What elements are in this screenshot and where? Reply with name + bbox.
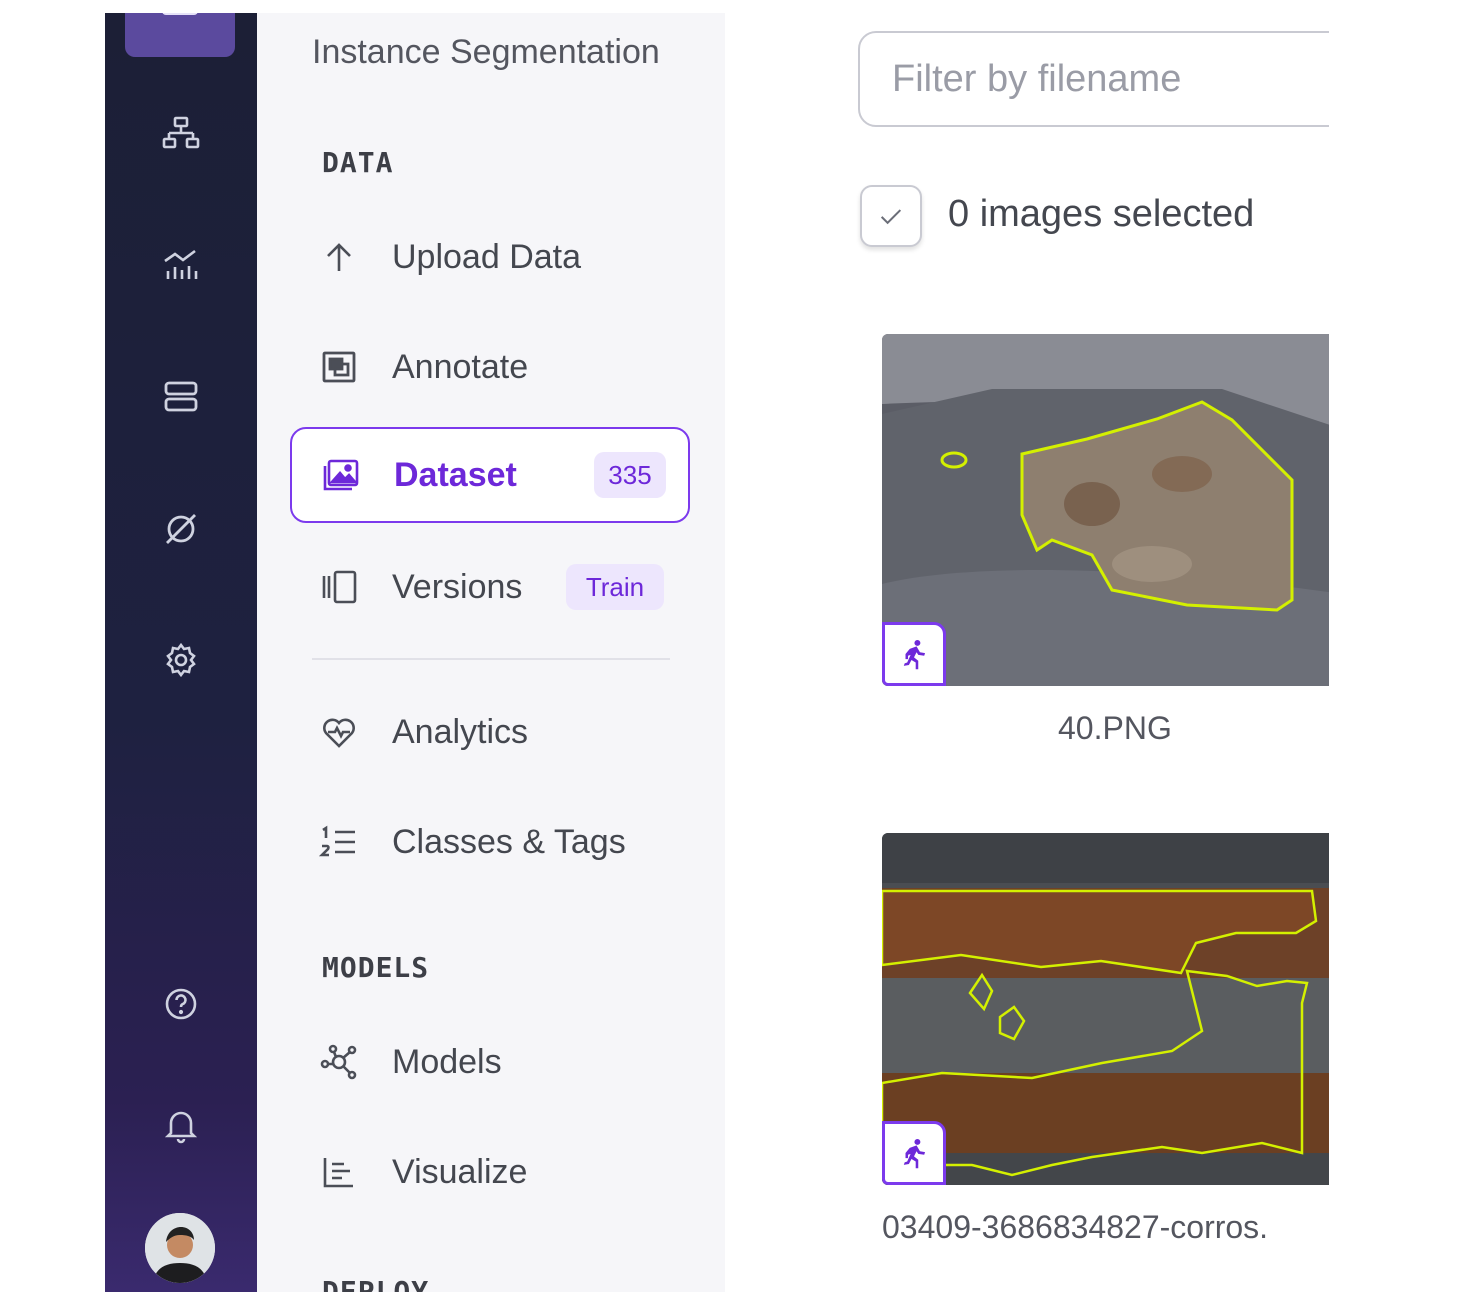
annotated-image <box>882 833 1329 1185</box>
sidebar-item-label: Classes & Tags <box>392 822 626 861</box>
sidebar-item-versions[interactable]: Versions Train <box>290 539 690 635</box>
image-filename: 03409-3686834827-corros. <box>882 1209 1269 1245</box>
sidebar-item-label: Dataset <box>394 455 517 494</box>
train-badge[interactable]: Train <box>566 564 664 610</box>
sidebar-item-label: Upload Data <box>392 237 582 276</box>
section-heading-deploy: DEPLOY <box>322 1275 430 1292</box>
sidebar-item-label: Versions <box>392 567 523 606</box>
sidebar-item-dataset[interactable]: Dataset 335 <box>290 427 690 523</box>
server-icon[interactable] <box>157 373 205 421</box>
sidebar-item-visualize[interactable]: Visualize <box>290 1124 690 1220</box>
versions-icon <box>318 566 360 608</box>
sidebar-divider <box>312 658 670 660</box>
section-heading-models: MODELS <box>322 951 430 984</box>
rail-active-item[interactable] <box>125 13 235 57</box>
sidebar-item-label: Analytics <box>392 712 529 751</box>
workflow-icon[interactable] <box>157 110 205 158</box>
annotate-icon <box>318 346 360 388</box>
deploy-icon[interactable] <box>157 505 205 553</box>
settings-icon[interactable] <box>157 636 205 684</box>
running-person-icon <box>903 639 926 670</box>
project-sidebar: Instance Segmentation DATA Upload Data A… <box>257 13 726 1292</box>
filter-field[interactable] <box>858 31 1329 127</box>
monitoring-icon[interactable] <box>157 241 205 289</box>
sidebar-item-label: Annotate <box>392 347 529 386</box>
sidebar-item-models[interactable]: Models <box>290 1014 690 1110</box>
bar-chart-icon <box>318 1151 360 1193</box>
image-gallery-icon <box>320 454 362 496</box>
filename-filter-input[interactable] <box>892 33 1329 125</box>
numbered-list-icon <box>318 821 360 863</box>
image-thumbnail[interactable] <box>882 334 1329 686</box>
annotation-status-badge <box>882 622 946 686</box>
checkmark-icon <box>880 209 902 225</box>
heart-pulse-icon <box>318 711 360 753</box>
app-window: Instance Segmentation DATA Upload Data A… <box>105 13 1329 1292</box>
sidebar-item-label: Models <box>392 1042 502 1081</box>
image-thumbnail[interactable] <box>882 833 1329 1185</box>
notifications-icon[interactable] <box>157 1101 205 1149</box>
sidebar-item-analytics[interactable]: Analytics <box>290 684 690 780</box>
model-graph-icon <box>318 1041 360 1083</box>
project-type-label: Instance Segmentation <box>312 33 660 71</box>
image-filename: 40.PNG <box>1058 710 1172 746</box>
sidebar-item-classes-tags[interactable]: Classes & Tags <box>290 794 690 890</box>
annotated-image <box>882 334 1329 686</box>
user-avatar[interactable] <box>145 1213 215 1283</box>
image-count-badge: 335 <box>594 452 666 498</box>
select-all-checkbox[interactable] <box>860 185 922 247</box>
sidebar-item-annotate[interactable]: Annotate <box>290 319 690 415</box>
dataset-main: 0 images selected 40.PNG <box>725 13 1329 1292</box>
rail-active-marker <box>162 13 198 15</box>
section-heading-data: DATA <box>322 146 394 179</box>
annotation-status-badge <box>882 1121 946 1185</box>
upload-arrow-icon <box>318 236 360 278</box>
running-person-icon <box>903 1138 926 1169</box>
selection-status: 0 images selected <box>948 193 1255 235</box>
sidebar-item-upload-data[interactable]: Upload Data <box>290 209 690 305</box>
icon-rail <box>105 13 257 1292</box>
sidebar-item-label: Visualize <box>392 1152 528 1191</box>
help-icon[interactable] <box>157 980 205 1028</box>
